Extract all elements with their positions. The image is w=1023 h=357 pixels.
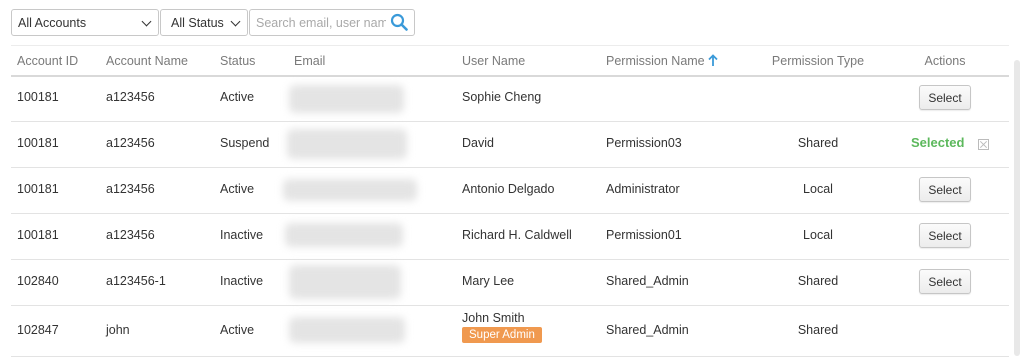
cell-account-id: 100181 (17, 228, 59, 242)
select-button[interactable]: Select (919, 177, 971, 202)
header-actions: Actions (924, 54, 966, 68)
select-button[interactable]: Select (919, 269, 971, 294)
status-select[interactable]: All Status (160, 9, 248, 36)
cell-account-name: a123456 (106, 228, 155, 242)
search-input[interactable] (256, 14, 386, 31)
redacted-email (289, 265, 401, 299)
cell-status: Inactive (220, 274, 264, 288)
header-account-name[interactable]: Account Name (106, 54, 188, 68)
redacted-email (289, 85, 404, 113)
close-icon[interactable] (978, 139, 989, 150)
cell-account-id: 100181 (17, 136, 59, 150)
cell-user-name: Mary Lee (462, 274, 515, 288)
cell-status: Inactive (220, 228, 264, 242)
cell-user-name: John Smith (462, 311, 525, 325)
redacted-email (287, 129, 407, 159)
chevron-down-icon (141, 16, 152, 27)
sort-ascending-icon (708, 54, 718, 66)
cell-account-name: john (106, 323, 130, 337)
cell-permission-type: Local (803, 228, 833, 242)
cell-permission-name: Administrator (606, 182, 680, 196)
cell-permission-type: Shared (797, 274, 839, 288)
cell-status: Active (220, 182, 255, 196)
cell-account-name: a123456 (106, 136, 155, 150)
account-select[interactable]: All Accounts (11, 9, 159, 36)
cell-permission-type: Shared (797, 323, 839, 337)
header-permission-name-label: Permission Name (606, 54, 705, 68)
table-row: 100181 a123456 Inactive Richard H. Caldw… (11, 213, 1009, 260)
table-row: 100181 a123456 Active Antonio Delgado Ad… (11, 167, 1009, 214)
table-row: 100181 a123456 Active Sophie Cheng Selec… (11, 75, 1009, 122)
search-box (249, 9, 415, 36)
cell-user-name: Sophie Cheng (462, 90, 542, 104)
table-row: 102840 a123456-1 Inactive Mary Lee Share… (11, 259, 1009, 306)
cell-account-name: a123456 (106, 90, 155, 104)
super-admin-badge: Super Admin (462, 327, 542, 343)
cell-permission-name: Shared_Admin (606, 274, 689, 288)
header-permission-name[interactable]: Permission Name (606, 54, 718, 68)
cell-account-id: 102847 (17, 323, 59, 337)
table-row: 102847 john Active John Smith Super Admi… (11, 305, 1009, 357)
chevron-down-icon (230, 16, 241, 27)
redacted-email (289, 317, 405, 343)
cell-user-name: Antonio Delgado (462, 182, 555, 196)
selected-status: Selected (911, 135, 965, 150)
cell-account-id: 100181 (17, 90, 59, 104)
redacted-email (285, 223, 403, 247)
vertical-scrollbar[interactable] (1014, 60, 1020, 356)
cell-permission-name: Permission03 (606, 136, 682, 150)
select-button[interactable]: Select (919, 223, 971, 248)
header-user-name[interactable]: User Name (462, 54, 525, 68)
cell-account-id: 100181 (17, 182, 59, 196)
cell-permission-type: Shared (797, 136, 839, 150)
redacted-email (283, 179, 417, 201)
cell-status: Suspend (220, 136, 270, 150)
table-row: 100181 a123456 Suspend David Permission0… (11, 121, 1009, 168)
table-header: Account ID Account Name Status Email Use… (11, 45, 1009, 77)
header-account-id[interactable]: Account ID (17, 54, 78, 68)
cell-user-name: David (462, 136, 494, 150)
cell-user-name: Richard H. Caldwell (462, 228, 572, 242)
select-button[interactable]: Select (919, 85, 971, 110)
status-select-value: All Status (171, 15, 224, 30)
search-icon[interactable] (390, 13, 408, 31)
header-status[interactable]: Status (220, 54, 255, 68)
cell-account-id: 102840 (17, 274, 59, 288)
account-select-value: All Accounts (18, 15, 87, 30)
cell-account-name: a123456-1 (106, 274, 166, 288)
cell-status: Active (220, 323, 255, 337)
cell-permission-name: Shared_Admin (606, 323, 689, 337)
header-email[interactable]: Email (294, 54, 325, 68)
cell-account-name: a123456 (106, 182, 155, 196)
cell-permission-type: Local (803, 182, 833, 196)
header-permission-type[interactable]: Permission Type (772, 54, 864, 68)
cell-status: Active (220, 90, 255, 104)
cell-permission-name: Permission01 (606, 228, 682, 242)
